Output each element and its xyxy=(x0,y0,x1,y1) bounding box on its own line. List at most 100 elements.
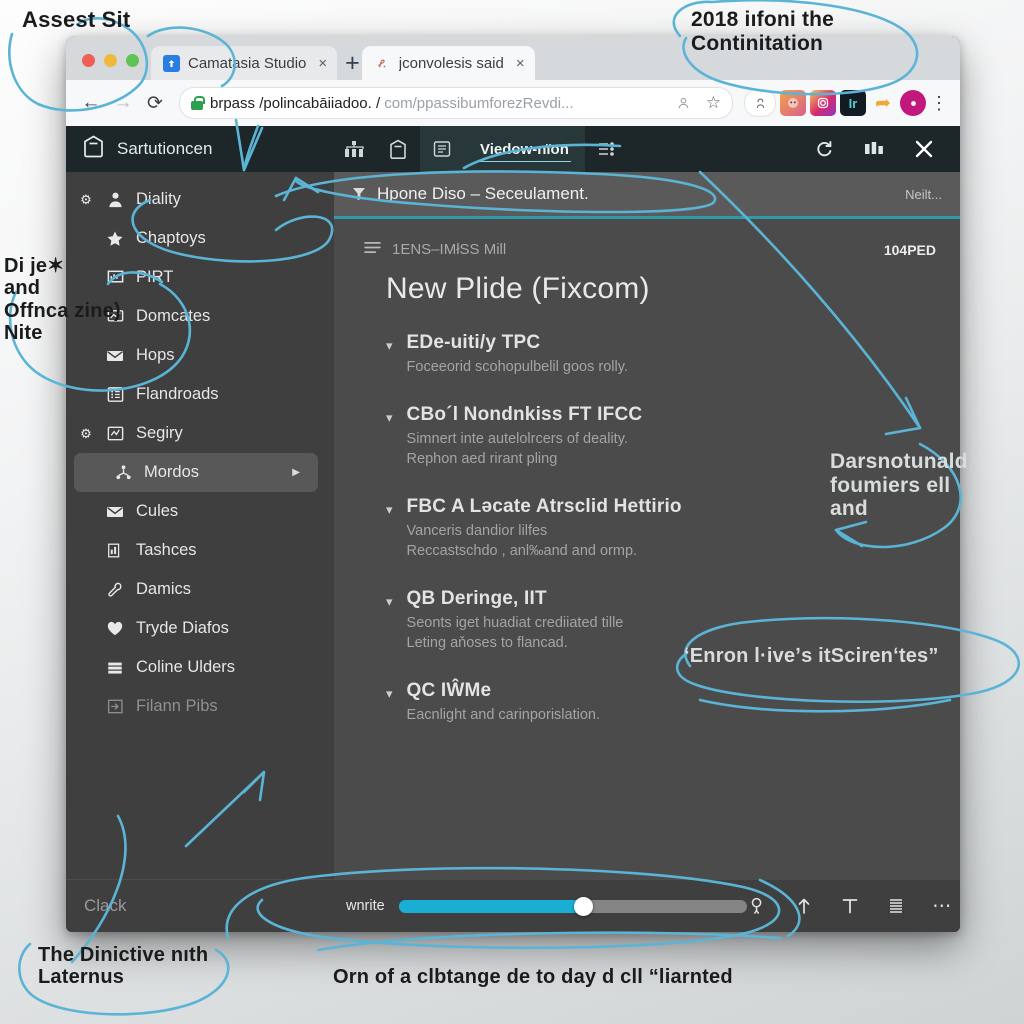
address-bar[interactable]: brpass /polincabāiiadoo. / com/ppassibum… xyxy=(179,87,733,119)
list-item-line: Eacnlight and carinporislation. xyxy=(406,707,600,724)
sidebar-item-diality[interactable]: ⚙ Diality xyxy=(66,180,334,219)
forward-button: → xyxy=(113,92,133,113)
list-item-title: QC IŴMe xyxy=(406,680,492,702)
refresh-icon[interactable] xyxy=(802,139,846,159)
sidebar-item-label: PIRT xyxy=(136,268,174,286)
page-action-icon[interactable] xyxy=(669,88,699,118)
chevron-down-icon[interactable]: ▾ xyxy=(386,332,393,378)
list-panel-icon[interactable] xyxy=(420,126,464,172)
sidebar-item-damics[interactable]: Damics xyxy=(66,570,334,609)
reload-button[interactable]: ⟳ xyxy=(140,88,170,118)
browser-tab-1-close-icon[interactable]: × xyxy=(318,55,327,72)
more-icon[interactable]: ⋯ xyxy=(931,895,953,918)
app-brand[interactable]: Sartutioncen xyxy=(66,134,332,164)
list-item[interactable]: ▾ CBo´l Nondnkiss FT IFCC Simnert inte a… xyxy=(386,404,936,470)
slider-track[interactable] xyxy=(398,896,747,916)
list-box-icon xyxy=(98,385,132,404)
list-item[interactable]: ▾ QC IŴMe Eacnlight and carinporislation… xyxy=(386,680,936,726)
tab-viedow-nion[interactable]: Viedow-nïon xyxy=(464,126,585,172)
list-settings-icon[interactable] xyxy=(585,139,629,159)
list-item-title: EDe-uiti/y TPC xyxy=(406,332,541,353)
list-lines-icon[interactable] xyxy=(885,897,907,915)
sidebar-item-chaptoys[interactable]: Chaptoys xyxy=(66,219,334,258)
sidebar-item-label: Hops xyxy=(136,346,175,364)
browser-tab-2-label: jconvolesis said xyxy=(398,54,504,72)
sidebar-item-filann-pibs[interactable]: Filann Pibs xyxy=(66,687,334,726)
list-item[interactable]: ▾ EDe-uiti/y TPC Foceeorid scohopulbelil… xyxy=(386,332,936,378)
profile-avatar[interactable] xyxy=(744,89,776,117)
chevron-down-icon[interactable]: ▾ xyxy=(386,404,393,470)
monitor-chart-icon xyxy=(98,307,132,326)
list-item[interactable]: ▾ QB Deringe, IIT Seonts iget huadiat cr… xyxy=(386,588,936,654)
extension-d-icon[interactable]: ➦ xyxy=(870,90,896,116)
sidebar-item-label: Tryde Diafos xyxy=(136,619,229,637)
columns-icon[interactable] xyxy=(852,140,896,158)
slider-knob[interactable] xyxy=(574,896,594,916)
maximize-window-button[interactable] xyxy=(126,54,139,67)
application-area: Sartutioncen Viedow-nïon ⚙ Diality Chapt… xyxy=(66,126,960,932)
extension-e-icon[interactable] xyxy=(900,90,926,116)
chevron-down-icon[interactable]: ▾ xyxy=(386,680,393,726)
extension-c-icon[interactable]: Ir xyxy=(840,90,866,116)
sidebar-item-hops[interactable]: Hops xyxy=(66,336,334,375)
sidebar-item-domcates[interactable]: Domcates xyxy=(66,297,334,336)
filter-icon[interactable] xyxy=(352,186,366,202)
sidebar-item-label: Damics xyxy=(136,580,192,598)
list-item-line: Reccastschdo , anl‰and and ormp. xyxy=(406,543,638,560)
close-window-button[interactable] xyxy=(82,54,95,67)
browser-tab-1[interactable]: Camatasia Studio × xyxy=(151,46,338,80)
list-item-line: Vanceris dandior lilfes xyxy=(406,522,548,539)
envelope-icon xyxy=(98,502,132,522)
search-person-icon[interactable] xyxy=(747,896,769,916)
sidebar-item-segiry[interactable]: ⚙ Segiry xyxy=(66,414,334,453)
bar-chart-icon xyxy=(98,541,132,560)
list-item-line: Simnert inte autelolrcers of deality. xyxy=(406,430,628,447)
address-bar-url: brpass /polincabāiiadoo. / com/ppassibum… xyxy=(210,95,574,112)
sidebar-item-flandroads[interactable]: Flandroads xyxy=(66,375,334,414)
chevron-down-icon[interactable]: ▾ xyxy=(386,588,393,654)
browser-tab-2-close-icon[interactable]: × xyxy=(516,55,525,72)
minimize-window-button[interactable] xyxy=(104,54,117,67)
close-icon[interactable] xyxy=(902,137,946,161)
text-icon[interactable] xyxy=(839,897,861,915)
bottom-toolbar: Clack wnrite ⋯ xyxy=(66,879,960,932)
sidebar-item-tashces[interactable]: Tashces xyxy=(66,531,334,570)
sidebar-item-tryde-diafos[interactable]: Tryde Diafos xyxy=(66,609,334,648)
list-item-title: QB Deringe, IIT xyxy=(406,587,547,609)
export-icon xyxy=(98,697,132,716)
sidebar-item-mordos[interactable]: Mordos ▶ xyxy=(74,453,318,492)
list-item[interactable]: ▾ FBC A Ləcate Atrsclid Hettirio Vanceri… xyxy=(386,496,936,562)
browser-tab-2[interactable]: jconvolesis said × xyxy=(361,46,535,80)
slider-label: wnrite xyxy=(346,898,385,914)
bottom-left-label[interactable]: Clack xyxy=(66,896,334,916)
chevron-down-icon[interactable]: ▾ xyxy=(386,496,393,562)
list-item-line: Seonts iget huadiat crediiated tille xyxy=(406,614,624,631)
app-brand-label: Sartutioncen xyxy=(117,139,213,158)
url-main: brpass /polincabāiiadoo. / xyxy=(210,94,385,112)
annotation-orn-of-a-clbtange: Orn of a clbtange de to day d cll “liarn… xyxy=(333,966,733,988)
sidebar-item-pirt[interactable]: PIRT xyxy=(66,258,334,297)
upload-arrow-icon[interactable] xyxy=(793,896,815,916)
extension-b-icon[interactable] xyxy=(810,90,836,116)
badge-icon[interactable] xyxy=(376,138,420,160)
browser-tabstrip: Camatasia Studio × + jconvolesis said × xyxy=(66,36,960,80)
star-icon[interactable]: ☆ xyxy=(706,93,721,113)
org-chart-icon[interactable] xyxy=(332,139,376,159)
content-header: Hpone Diso – Seceulament. Neilt... xyxy=(334,172,960,219)
back-button[interactable]: ← xyxy=(76,88,106,118)
new-tab-button[interactable]: + xyxy=(337,51,362,80)
person-badge-icon xyxy=(98,190,132,209)
extension-a-icon[interactable] xyxy=(780,90,806,116)
sidebar-item-cules[interactable]: Cules xyxy=(66,492,334,531)
list-item-line: Leting aňoses to flancad. xyxy=(406,635,568,652)
sidebar-item-coline-ulders[interactable]: Coline Ulders xyxy=(66,648,334,687)
kebab-menu-icon[interactable]: ⋮ xyxy=(928,93,950,114)
content-header-next-link[interactable]: Neilt... xyxy=(905,187,942,202)
list-item-line: Rephon aed rirant pling xyxy=(406,451,558,468)
sidebar-item-label: Flandroads xyxy=(136,385,219,403)
envelope-icon xyxy=(98,346,132,366)
list-item-line: Foceeorid scohopulbelil goos rolly. xyxy=(406,359,628,375)
hamburger-icon[interactable] xyxy=(364,241,381,258)
sidebar-item-label: Cules xyxy=(136,502,179,520)
slider-control[interactable]: wnrite xyxy=(334,896,747,916)
